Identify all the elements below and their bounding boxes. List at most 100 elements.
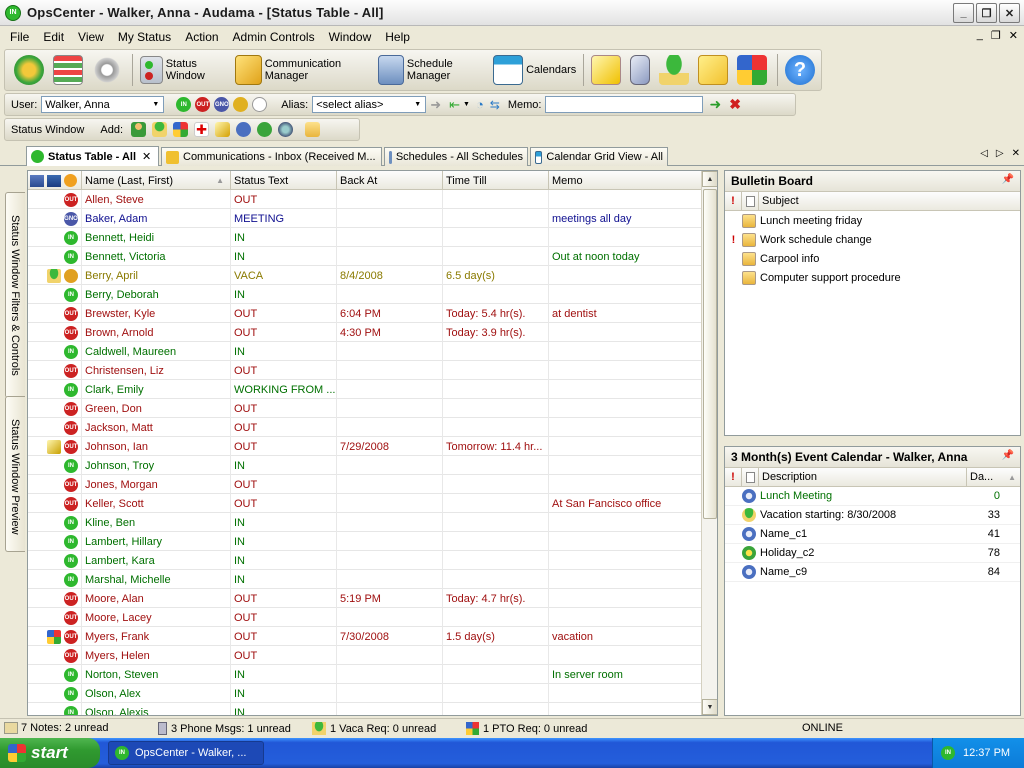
table-row[interactable]: OUT Myers, Helen OUT: [28, 646, 702, 665]
calendars-button[interactable]: Calendars: [490, 51, 579, 89]
table-row[interactable]: OUT Brown, Arnold OUT 4:30 PM Today: 3.9 hr(…: [28, 323, 702, 342]
list-item[interactable]: Computer support procedure: [725, 268, 1020, 287]
pin-icon[interactable]: 📌: [1002, 450, 1014, 461]
taskbar-opscenter[interactable]: IN OpsCenter - Walker, ...: [108, 741, 264, 765]
menu-my-status[interactable]: My Status: [118, 30, 171, 44]
add-user-icon[interactable]: [131, 122, 147, 137]
table-row[interactable]: IN Olson, Alex IN: [28, 684, 702, 703]
status-out-icon[interactable]: OUT: [64, 192, 78, 207]
list-item[interactable]: Holiday_c2 78: [725, 544, 1020, 563]
list-item[interactable]: Lunch Meeting 0: [725, 487, 1020, 506]
tab-communications[interactable]: Communications - Inbox (Received M...: [161, 147, 382, 166]
tab-status-table[interactable]: Status Table - All ✕: [26, 146, 159, 166]
col-icons[interactable]: [28, 171, 82, 190]
status-blank-icon[interactable]: [252, 97, 268, 112]
table-row[interactable]: IN Kline, Ben IN: [28, 513, 702, 532]
status-in-icon[interactable]: IN: [64, 705, 78, 715]
communication-manager-button[interactable]: Communication Manager: [232, 51, 374, 89]
table-row[interactable]: OUT Moore, Alan OUT 5:19 PM Today: 4.7 hr(s)…: [28, 589, 702, 608]
add-note-icon[interactable]: [215, 122, 231, 137]
menu-action[interactable]: Action: [185, 30, 218, 44]
status-gno-icon[interactable]: GNO: [214, 97, 230, 112]
status-out-icon[interactable]: OUT: [64, 477, 78, 492]
status-vaca-icon[interactable]: [233, 97, 249, 112]
table-row[interactable]: OUT Keller, Scott OUT At San Fancisco offic…: [28, 494, 702, 513]
status-window-button[interactable]: Status Window: [137, 51, 232, 89]
col-time-till[interactable]: Time Till: [443, 171, 549, 190]
windows-button[interactable]: [734, 51, 773, 89]
refresh-button[interactable]: [11, 51, 50, 89]
status-out-icon[interactable]: OUT: [64, 363, 78, 378]
table-row[interactable]: IN Olson, Alexis IN: [28, 703, 702, 715]
mdi-restore-icon[interactable]: ❐: [991, 29, 1001, 42]
table-row[interactable]: OUT Brewster, Kyle OUT 6:04 PM Today: 5.4 hr…: [28, 304, 702, 323]
status-table-scrollbar[interactable]: ▲ ▼: [701, 171, 717, 715]
menu-admin-controls[interactable]: Admin Controls: [233, 30, 315, 44]
status-vaca-icon[interactable]: [64, 268, 78, 283]
list-item[interactable]: Lunch meeting friday: [725, 211, 1020, 230]
status-in-icon[interactable]: IN: [64, 667, 78, 682]
table-row[interactable]: OUT Allen, Steve OUT: [28, 190, 702, 209]
status-out-icon[interactable]: OUT: [64, 648, 78, 663]
tab-schedules[interactable]: Schedules - All Schedules: [384, 147, 528, 166]
table-row[interactable]: IN Berry, Deborah IN: [28, 285, 702, 304]
list-item[interactable]: Name_c1 41: [725, 525, 1020, 544]
status-in-icon[interactable]: IN: [176, 97, 192, 112]
status-in-icon[interactable]: IN: [64, 249, 78, 264]
tab-close-all-icon[interactable]: ✕: [1012, 148, 1020, 159]
status-in-icon[interactable]: IN: [64, 230, 78, 245]
vaca-status[interactable]: 1 Vaca Req: 0 unread: [312, 722, 436, 735]
phone-button[interactable]: [627, 51, 656, 89]
table-row[interactable]: OUT Jackson, Matt OUT: [28, 418, 702, 437]
page-column-icon[interactable]: [742, 468, 759, 486]
menu-help[interactable]: Help: [385, 30, 410, 44]
arrow-right-gray-icon[interactable]: ➜: [430, 97, 441, 113]
status-out-icon[interactable]: OUT: [64, 591, 78, 606]
tab-scroll-right-icon[interactable]: ▷: [996, 148, 1004, 159]
tab-scroll-left-icon[interactable]: ◁: [980, 148, 988, 159]
vacation-button[interactable]: [656, 51, 695, 89]
apply-arrow-icon[interactable]: ➜: [709, 96, 721, 113]
menu-edit[interactable]: Edit: [43, 30, 64, 44]
status-gno-icon[interactable]: GNO: [64, 211, 78, 226]
pto-status[interactable]: 1 PTO Req: 0 unread: [466, 722, 587, 735]
status-in-icon[interactable]: IN: [64, 515, 78, 530]
add-medical-icon[interactable]: ✚: [194, 122, 210, 137]
col-back-at[interactable]: Back At: [337, 171, 443, 190]
importance-column-icon[interactable]: !: [725, 468, 742, 486]
status-in-icon[interactable]: IN: [64, 534, 78, 549]
scroll-thumb[interactable]: [703, 189, 717, 519]
menu-view[interactable]: View: [78, 30, 104, 44]
scroll-up-icon[interactable]: ▲: [702, 171, 717, 187]
mdi-minimize-icon[interactable]: _: [977, 29, 983, 42]
status-in-icon[interactable]: IN: [64, 553, 78, 568]
table-row[interactable]: OUT Green, Don OUT: [28, 399, 702, 418]
status-out-icon[interactable]: OUT: [64, 629, 78, 644]
scroll-down-icon[interactable]: ▼: [702, 699, 717, 715]
status-out-icon[interactable]: OUT: [64, 401, 78, 416]
status-out-icon[interactable]: OUT: [64, 306, 78, 321]
days-column[interactable]: Da... ▲: [967, 468, 1020, 486]
restore-button[interactable]: ❐: [976, 3, 997, 23]
tab-calendar-grid[interactable]: Calendar Grid View - All: [530, 147, 668, 166]
clear-x-icon[interactable]: ✖: [729, 96, 741, 113]
status-out-icon[interactable]: OUT: [64, 439, 78, 454]
status-in-icon[interactable]: IN: [64, 458, 78, 473]
status-in-icon[interactable]: IN: [64, 344, 78, 359]
table-row[interactable]: IN Johnson, Troy IN: [28, 456, 702, 475]
table-row[interactable]: Berry, April VACA 8/4/2008 6.5 day(s): [28, 266, 702, 285]
tray-in-icon[interactable]: IN: [941, 746, 955, 760]
status-out-icon[interactable]: OUT: [64, 325, 78, 340]
importance-column-icon[interactable]: !: [725, 192, 742, 210]
back-arrow-icon[interactable]: ⇤: [449, 97, 460, 113]
list-view-button[interactable]: [50, 51, 89, 89]
status-in-icon[interactable]: IN: [64, 382, 78, 397]
list-item[interactable]: Name_c9 84: [725, 563, 1020, 582]
memo-pencil-button[interactable]: [588, 51, 627, 89]
status-out-icon[interactable]: OUT: [64, 496, 78, 511]
phone-status[interactable]: 3 Phone Msgs: 1 unread: [158, 722, 291, 735]
page-column-icon[interactable]: [742, 192, 759, 210]
add-meeting-icon[interactable]: [236, 122, 252, 137]
table-row[interactable]: OUT Johnson, Ian OUT 7/29/2008 Tomorrow: 11.…: [28, 437, 702, 456]
table-row[interactable]: OUT Christensen, Liz OUT: [28, 361, 702, 380]
